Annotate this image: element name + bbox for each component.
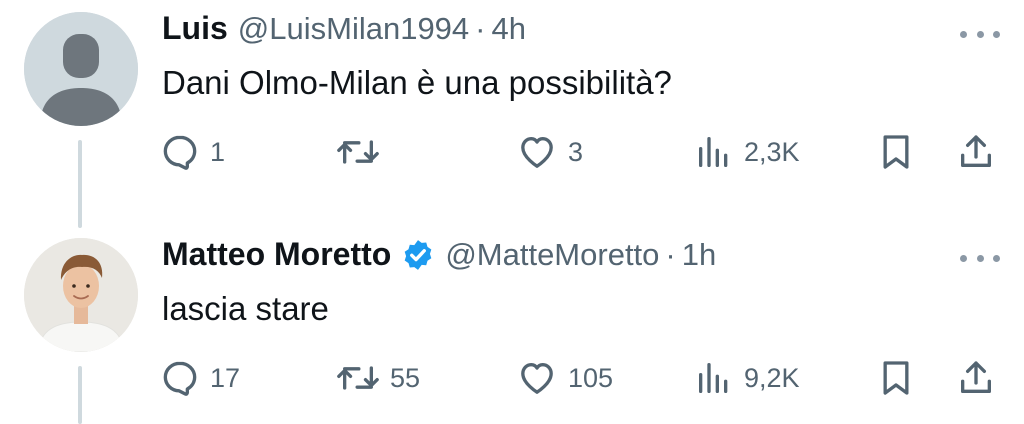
more-icon[interactable] [960, 248, 1000, 268]
bookmark-icon [883, 361, 909, 395]
display-name[interactable]: Matteo Moretto [162, 236, 391, 273]
timestamp[interactable]: 4h [492, 11, 526, 47]
timestamp[interactable]: 1h [682, 237, 716, 273]
share-button[interactable] [956, 130, 996, 174]
like-count: 105 [568, 362, 614, 393]
reply-icon [163, 135, 197, 170]
display-name[interactable]: Luis [162, 10, 228, 47]
bookmark-icon [883, 135, 909, 169]
retweet-icon [337, 140, 379, 164]
share-icon [961, 361, 991, 393]
like-button[interactable]: 3 [516, 130, 583, 174]
tweet[interactable]: Matteo Moretto @MatteMoretto · 1h lascia… [0, 212, 1024, 424]
separator: · [475, 11, 486, 46]
like-icon [521, 137, 553, 168]
reply-button[interactable]: 1 [160, 130, 225, 174]
retweet-button[interactable]: 55 [336, 356, 420, 400]
user-handle[interactable]: @MatteMoretto [445, 237, 659, 273]
views-icon [699, 137, 728, 167]
bookmark-button[interactable] [876, 356, 916, 400]
action-bar: 17 55 105 9,2K [160, 356, 1000, 400]
more-icon[interactable] [960, 24, 1000, 44]
tweet-text: lascia stare [162, 290, 329, 327]
action-bar: 1 3 2,3K [160, 130, 1000, 174]
reply-count: 17 [210, 362, 241, 393]
default-avatar[interactable] [24, 12, 138, 126]
views-icon [699, 363, 728, 393]
views-count: 9,2K [744, 362, 800, 393]
tweet-header: Matteo Moretto @MatteMoretto · 1h [162, 236, 716, 273]
separator: · [665, 237, 676, 272]
tweet[interactable]: Luis @LuisMilan1994 · 4h Dani Olmo-Milan… [0, 0, 1024, 212]
like-count: 3 [568, 136, 584, 167]
share-icon [961, 135, 991, 167]
retweet-button[interactable] [336, 130, 390, 174]
views-count: 2,3K [744, 136, 800, 167]
retweet-count: 55 [390, 362, 421, 393]
user-handle[interactable]: @LuisMilan1994 [238, 11, 469, 47]
bookmark-button[interactable] [876, 130, 916, 174]
like-icon [521, 363, 553, 394]
reply-button[interactable]: 17 [160, 356, 240, 400]
reply-count: 1 [210, 136, 226, 167]
share-button[interactable] [956, 356, 996, 400]
views-button[interactable]: 2,3K [694, 130, 800, 174]
tweet-header: Luis @LuisMilan1994 · 4h [162, 10, 526, 47]
reply-icon [163, 361, 197, 396]
retweet-icon [337, 366, 379, 390]
like-button[interactable]: 105 [516, 356, 613, 400]
verified-badge-icon [401, 238, 435, 272]
profile-photo[interactable] [24, 238, 138, 352]
tweet-text: Dani Olmo-Milan è una possibilità? [162, 64, 672, 101]
views-button[interactable]: 9,2K [694, 356, 800, 400]
